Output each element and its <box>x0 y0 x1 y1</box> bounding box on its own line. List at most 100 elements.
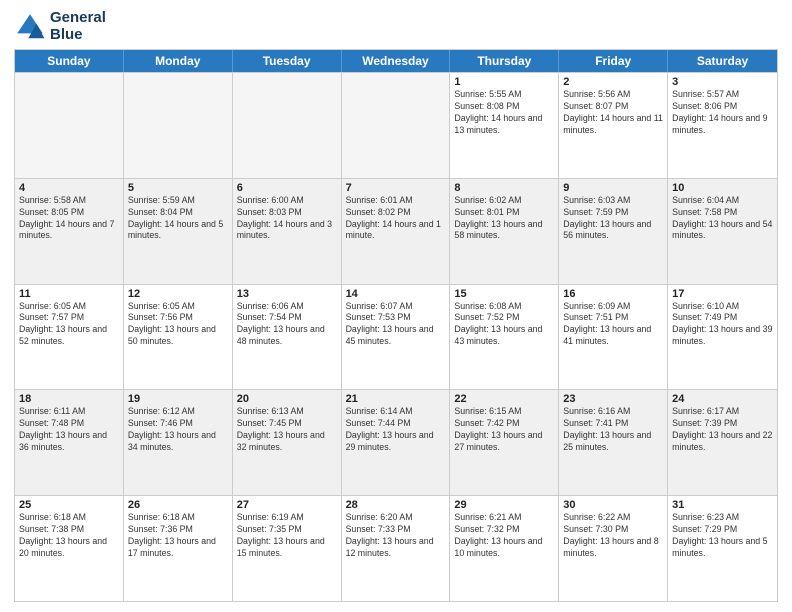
calendar-cell <box>15 73 124 178</box>
calendar-cell: 23Sunrise: 6:16 AMSunset: 7:41 PMDayligh… <box>559 390 668 495</box>
sunset-label: Sunset: 7:54 PM <box>237 312 302 322</box>
calendar-row-3: 11Sunrise: 6:05 AMSunset: 7:57 PMDayligh… <box>15 284 777 390</box>
day-info: Sunrise: 5:58 AMSunset: 8:05 PMDaylight:… <box>19 195 119 243</box>
day-info: Sunrise: 6:04 AMSunset: 7:58 PMDaylight:… <box>672 195 773 243</box>
calendar-cell: 27Sunrise: 6:19 AMSunset: 7:35 PMDayligh… <box>233 496 342 601</box>
daylight-label: Daylight: 13 hours and 29 minutes. <box>346 430 434 452</box>
calendar-cell: 26Sunrise: 6:18 AMSunset: 7:36 PMDayligh… <box>124 496 233 601</box>
page: General Blue SundayMondayTuesdayWednesda… <box>0 0 792 612</box>
sunset-label: Sunset: 7:36 PM <box>128 524 193 534</box>
sunrise-label: Sunrise: 6:11 AM <box>19 406 85 416</box>
sunrise-label: Sunrise: 6:17 AM <box>672 406 739 416</box>
sunrise-label: Sunrise: 5:57 AM <box>672 89 739 99</box>
sunrise-label: Sunrise: 6:09 AM <box>563 301 630 311</box>
sunrise-label: Sunrise: 6:03 AM <box>563 195 630 205</box>
daylight-label: Daylight: 13 hours and 12 minutes. <box>346 536 434 558</box>
day-info: Sunrise: 5:59 AMSunset: 8:04 PMDaylight:… <box>128 195 228 243</box>
sunrise-label: Sunrise: 6:07 AM <box>346 301 413 311</box>
day-info: Sunrise: 6:05 AMSunset: 7:56 PMDaylight:… <box>128 301 228 349</box>
sunrise-label: Sunrise: 6:01 AM <box>346 195 413 205</box>
sunrise-label: Sunrise: 6:19 AM <box>237 512 304 522</box>
day-info: Sunrise: 6:20 AMSunset: 7:33 PMDaylight:… <box>346 512 446 560</box>
daylight-label: Daylight: 13 hours and 27 minutes. <box>454 430 542 452</box>
day-number: 6 <box>237 182 337 194</box>
calendar-row-1: 1Sunrise: 5:55 AMSunset: 8:08 PMDaylight… <box>15 72 777 178</box>
daylight-label: Daylight: 13 hours and 58 minutes. <box>454 219 542 241</box>
day-number: 9 <box>563 182 663 194</box>
day-info: Sunrise: 6:09 AMSunset: 7:51 PMDaylight:… <box>563 301 663 349</box>
calendar-cell <box>342 73 451 178</box>
day-info: Sunrise: 6:05 AMSunset: 7:57 PMDaylight:… <box>19 301 119 349</box>
sunrise-label: Sunrise: 6:16 AM <box>563 406 630 416</box>
calendar-header: SundayMondayTuesdayWednesdayThursdayFrid… <box>15 50 777 72</box>
calendar-row-4: 18Sunrise: 6:11 AMSunset: 7:48 PMDayligh… <box>15 389 777 495</box>
header-day-thursday: Thursday <box>450 50 559 72</box>
daylight-label: Daylight: 13 hours and 22 minutes. <box>672 430 772 452</box>
day-number: 10 <box>672 182 773 194</box>
day-number: 4 <box>19 182 119 194</box>
sunrise-label: Sunrise: 5:56 AM <box>563 89 630 99</box>
calendar-cell: 18Sunrise: 6:11 AMSunset: 7:48 PMDayligh… <box>15 390 124 495</box>
header-day-saturday: Saturday <box>668 50 777 72</box>
daylight-label: Daylight: 13 hours and 17 minutes. <box>128 536 216 558</box>
day-number: 1 <box>454 76 554 88</box>
sunrise-label: Sunrise: 5:59 AM <box>128 195 195 205</box>
calendar-cell: 3Sunrise: 5:57 AMSunset: 8:06 PMDaylight… <box>668 73 777 178</box>
calendar-cell: 6Sunrise: 6:00 AMSunset: 8:03 PMDaylight… <box>233 179 342 284</box>
day-info: Sunrise: 6:16 AMSunset: 7:41 PMDaylight:… <box>563 406 663 454</box>
calendar-cell: 13Sunrise: 6:06 AMSunset: 7:54 PMDayligh… <box>233 285 342 390</box>
sunrise-label: Sunrise: 6:15 AM <box>454 406 521 416</box>
sunrise-label: Sunrise: 5:58 AM <box>19 195 86 205</box>
day-info: Sunrise: 6:13 AMSunset: 7:45 PMDaylight:… <box>237 406 337 454</box>
calendar-cell: 22Sunrise: 6:15 AMSunset: 7:42 PMDayligh… <box>450 390 559 495</box>
day-number: 18 <box>19 393 119 405</box>
daylight-label: Daylight: 14 hours and 13 minutes. <box>454 113 542 135</box>
day-info: Sunrise: 6:23 AMSunset: 7:29 PMDaylight:… <box>672 512 773 560</box>
sunrise-label: Sunrise: 6:21 AM <box>454 512 521 522</box>
day-number: 27 <box>237 499 337 511</box>
day-number: 16 <box>563 288 663 300</box>
day-number: 2 <box>563 76 663 88</box>
day-info: Sunrise: 6:01 AMSunset: 8:02 PMDaylight:… <box>346 195 446 243</box>
daylight-label: Daylight: 13 hours and 43 minutes. <box>454 324 542 346</box>
sunrise-label: Sunrise: 5:55 AM <box>454 89 521 99</box>
day-info: Sunrise: 5:57 AMSunset: 8:06 PMDaylight:… <box>672 89 773 137</box>
daylight-label: Daylight: 13 hours and 54 minutes. <box>672 219 772 241</box>
day-info: Sunrise: 6:03 AMSunset: 7:59 PMDaylight:… <box>563 195 663 243</box>
daylight-label: Daylight: 14 hours and 5 minutes. <box>128 219 223 241</box>
day-info: Sunrise: 6:17 AMSunset: 7:39 PMDaylight:… <box>672 406 773 454</box>
header: General Blue <box>14 10 778 43</box>
daylight-label: Daylight: 14 hours and 11 minutes. <box>563 113 663 135</box>
day-info: Sunrise: 6:18 AMSunset: 7:36 PMDaylight:… <box>128 512 228 560</box>
calendar-row-2: 4Sunrise: 5:58 AM Sunset: 8:05 PM Daylight… <box>15 178 777 284</box>
day-info: Sunrise: 6:07 AMSunset: 7:53 PMDaylight:… <box>346 301 446 349</box>
sunset-label: Sunset: 8:05 PM <box>19 207 84 217</box>
calendar-body: 1Sunrise: 5:55 AMSunset: 8:08 PMDaylight… <box>15 72 777 601</box>
daylight-label: Daylight: 13 hours and 36 minutes. <box>19 430 107 452</box>
day-number: 3 <box>672 76 773 88</box>
header-day-sunday: Sunday <box>15 50 124 72</box>
sunset-label: Sunset: 7:30 PM <box>563 524 628 534</box>
calendar-cell: 16Sunrise: 6:09 AMSunset: 7:51 PMDayligh… <box>559 285 668 390</box>
day-number: 7 <box>346 182 446 194</box>
sunset-label: Sunset: 7:53 PM <box>346 312 411 322</box>
calendar-cell: 24Sunrise: 6:17 AMSunset: 7:39 PMDayligh… <box>668 390 777 495</box>
calendar-cell: 29Sunrise: 6:21 AMSunset: 7:32 PMDayligh… <box>450 496 559 601</box>
sunset-label: Sunset: 7:32 PM <box>454 524 519 534</box>
daylight-label: Daylight: 13 hours and 52 minutes. <box>19 324 107 346</box>
day-number: 19 <box>128 393 228 405</box>
sunrise-label: Sunrise: 6:04 AM <box>672 195 739 205</box>
day-number: 12 <box>128 288 228 300</box>
sunrise-label: Sunrise: 6:00 AM <box>237 195 304 205</box>
sunrise-label: Sunrise: 6:18 AM <box>19 512 86 522</box>
day-info: Sunrise: 6:06 AMSunset: 7:54 PMDaylight:… <box>237 301 337 349</box>
sunset-label: Sunset: 7:57 PM <box>19 312 84 322</box>
day-info: Sunrise: 6:19 AMSunset: 7:35 PMDaylight:… <box>237 512 337 560</box>
header-day-wednesday: Wednesday <box>342 50 451 72</box>
daylight-label: Daylight: 13 hours and 48 minutes. <box>237 324 325 346</box>
sunrise-label: Sunrise: 6:14 AM <box>346 406 413 416</box>
sunrise-label: Sunrise: 6:08 AM <box>454 301 521 311</box>
calendar-cell: 28Sunrise: 6:20 AMSunset: 7:33 PMDayligh… <box>342 496 451 601</box>
daylight-label: Daylight: 13 hours and 39 minutes. <box>672 324 772 346</box>
daylight-label: Daylight: 13 hours and 20 minutes. <box>19 536 107 558</box>
